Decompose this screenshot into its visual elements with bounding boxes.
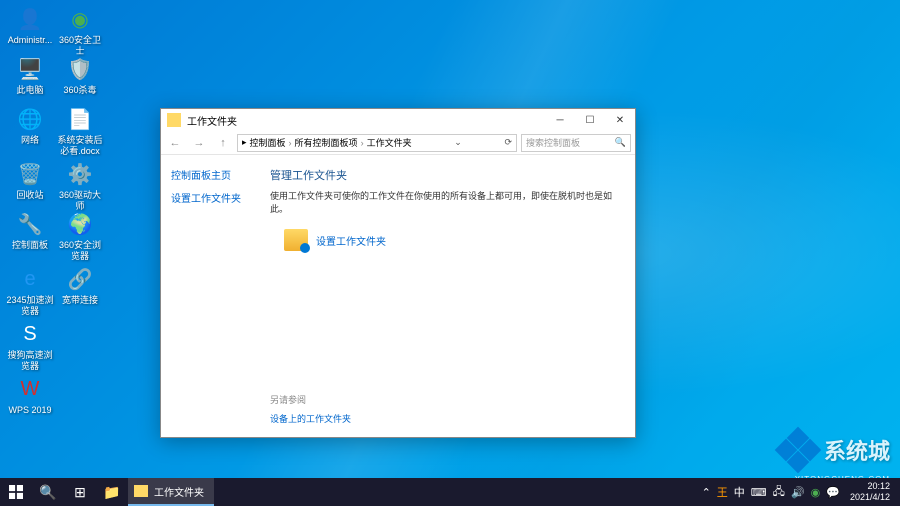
tray-ime2-icon[interactable]: 中 xyxy=(734,484,745,500)
dropdown-icon[interactable]: ⌄ xyxy=(454,137,462,148)
desktop-icon-network[interactable]: 🌐网络 xyxy=(5,105,55,146)
chevron-icon: › xyxy=(361,138,364,148)
desktop-icon-recycle[interactable]: 🗑️回收站 xyxy=(5,160,55,201)
clock-date: 2021/4/12 xyxy=(850,492,890,503)
setup-link[interactable]: 设置工作文件夹 xyxy=(316,233,386,248)
desktop-icon-docx[interactable]: 📄系统安装后必看.docx xyxy=(55,105,105,157)
page-description: 使用工作文件夹可使你的工作文件在你使用的所有设备上都可用，即使在脱机时也是如此。 xyxy=(270,189,621,215)
watermark-text: 系统城 xyxy=(824,434,890,466)
window-content: 控制面板主页 设置工作文件夹 管理工作文件夹 使用工作文件夹可使你的工作文件在你… xyxy=(161,155,635,437)
sidebar-link-home[interactable]: 控制面板主页 xyxy=(171,167,246,182)
taskview-button[interactable]: ⊞ xyxy=(64,478,96,506)
explorer-button[interactable]: 📁 xyxy=(96,478,128,506)
desktop-icon-admin[interactable]: 👤Administr... xyxy=(5,5,55,46)
clock-time: 20:12 xyxy=(850,481,890,492)
see-also-link[interactable]: 设备上的工作文件夹 xyxy=(270,412,621,425)
desktop-icon-360drv[interactable]: ⚙️360驱动大师 xyxy=(55,160,105,212)
watermark-logo xyxy=(778,430,818,470)
watermark: 系统城 XITONGCHENG.COM xyxy=(778,430,890,470)
main-panel: 管理工作文件夹 使用工作文件夹可使你的工作文件在你使用的所有设备上都可用，即使在… xyxy=(256,155,635,437)
desktop-icon-sogou[interactable]: S搜狗高速浏览器 xyxy=(5,320,55,372)
back-button[interactable]: ← xyxy=(165,134,185,152)
address-box[interactable]: ▸ 控制面板 › 所有控制面板项 › 工作文件夹 ⌄ ⟳ xyxy=(237,134,517,152)
tray-network-icon[interactable]: 🖧 xyxy=(773,483,785,502)
clock[interactable]: 20:12 2021/4/12 xyxy=(846,481,894,503)
close-button[interactable]: ✕ xyxy=(605,109,635,131)
folder-icon xyxy=(134,485,148,497)
tray-keyboard-icon[interactable]: ⌨ xyxy=(751,486,767,499)
tray-up-icon[interactable]: ⌃ xyxy=(702,486,711,499)
breadcrumb-3[interactable]: 工作文件夹 xyxy=(367,136,412,149)
search-button[interactable]: 🔍 xyxy=(32,478,64,506)
system-tray: ⌃ 王 中 ⌨ 🖧 🔊 ◉ 💬 20:12 2021/4/12 xyxy=(702,481,900,503)
window-title: 工作文件夹 xyxy=(187,113,545,128)
titlebar[interactable]: 工作文件夹 ─ ☐ ✕ xyxy=(161,109,635,131)
tray-volume-icon[interactable]: 🔊 xyxy=(791,486,805,499)
tray-notify-icon[interactable]: 💬 xyxy=(826,486,840,499)
minimize-button[interactable]: ─ xyxy=(545,109,575,131)
search-icon: 🔍 xyxy=(615,137,626,148)
maximize-button[interactable]: ☐ xyxy=(575,109,605,131)
sidebar-link-setup[interactable]: 设置工作文件夹 xyxy=(171,190,246,205)
desktop-icon-kdp[interactable]: 🔗宽带连接 xyxy=(55,265,105,306)
tray-ime-icon[interactable]: 王 xyxy=(717,484,728,500)
start-button[interactable] xyxy=(0,478,32,506)
address-bar: ← → ↑ ▸ 控制面板 › 所有控制面板项 › 工作文件夹 ⌄ ⟳ 搜索控制面… xyxy=(161,131,635,155)
search-input[interactable]: 搜索控制面板 🔍 xyxy=(521,134,631,152)
breadcrumb-2[interactable]: 所有控制面板项 xyxy=(295,136,358,149)
breadcrumb-1[interactable]: 控制面板 xyxy=(250,136,286,149)
work-folder-icon xyxy=(284,229,308,251)
sidebar: 控制面板主页 设置工作文件夹 xyxy=(161,155,256,437)
page-heading: 管理工作文件夹 xyxy=(270,167,621,183)
up-button[interactable]: ↑ xyxy=(213,134,233,152)
desktop-icon-wps[interactable]: WWPS 2019 xyxy=(5,375,55,416)
task-label: 工作文件夹 xyxy=(154,484,204,499)
see-also-title: 另请参阅 xyxy=(270,393,621,406)
see-also: 另请参阅 设备上的工作文件夹 xyxy=(270,393,621,425)
desktop-icon-360browser[interactable]: 🌍360安全浏览器 xyxy=(55,210,105,262)
desktop-icon-360av[interactable]: 🛡️360杀毒 xyxy=(55,55,105,96)
control-panel-window: 工作文件夹 ─ ☐ ✕ ← → ↑ ▸ 控制面板 › 所有控制面板项 › 工作文… xyxy=(160,108,636,438)
desktop-icon-thispc[interactable]: 🖥️此电脑 xyxy=(5,55,55,96)
desktop-icon-2345[interactable]: e2345加速浏览器 xyxy=(5,265,55,317)
tray-360-icon[interactable]: ◉ xyxy=(811,486,821,499)
taskbar-active-window[interactable]: 工作文件夹 xyxy=(128,478,214,506)
chevron-icon: › xyxy=(289,138,292,148)
forward-button[interactable]: → xyxy=(189,134,209,152)
folder-icon xyxy=(167,113,181,127)
breadcrumb-icon: ▸ xyxy=(242,137,247,148)
desktop-icon-360safe[interactable]: ◉360安全卫士 xyxy=(55,5,105,57)
refresh-icon[interactable]: ⟳ xyxy=(504,137,512,148)
taskbar: 🔍 ⊞ 📁 工作文件夹 ⌃ 王 中 ⌨ 🖧 🔊 ◉ 💬 20:12 2021/4… xyxy=(0,478,900,506)
desktop-icon-control[interactable]: 🔧控制面板 xyxy=(5,210,55,251)
windows-icon xyxy=(9,485,23,499)
setup-action[interactable]: 设置工作文件夹 xyxy=(284,229,621,251)
search-placeholder: 搜索控制面板 xyxy=(526,136,580,149)
